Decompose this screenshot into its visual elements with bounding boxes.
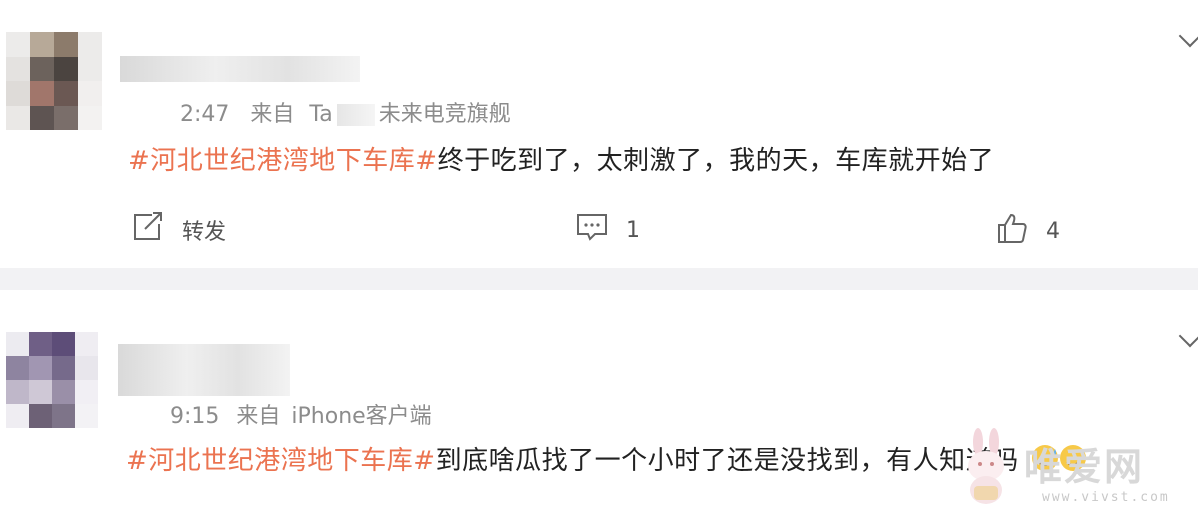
hashtag-link[interactable]: #河北世纪港湾地下车库#	[126, 446, 436, 476]
chevron-down-icon[interactable]	[1178, 324, 1198, 348]
like-button[interactable]: 4	[996, 212, 1060, 250]
source-device-part: Ta	[309, 102, 333, 127]
repost-button[interactable]: 转发	[132, 212, 226, 248]
site-watermark: 唯爱网 www.vivst.com	[946, 428, 1186, 508]
comment-body: 终于吃到了，太刺激了，我的天，车库就开始了	[437, 146, 995, 176]
hashtag-link[interactable]: #河北世纪港湾地下车库#	[128, 146, 438, 176]
chevron-down-icon[interactable]	[1178, 24, 1198, 48]
comment-count: 1	[626, 217, 640, 243]
username-blurred[interactable]	[118, 344, 290, 396]
comment-card-1: 2:47 来自 Ta 未来电竞旗舰 #河北世纪港湾地下车库#终于吃到了，太刺激了，…	[0, 0, 1198, 268]
source-device: iPhone客户端	[291, 404, 432, 429]
watermark-text: 唯爱网	[1024, 445, 1145, 489]
avatar[interactable]	[6, 332, 98, 428]
source-from: 来自	[236, 404, 281, 429]
repost-label: 转发	[182, 220, 227, 245]
username-blurred[interactable]	[120, 56, 360, 82]
comment-button[interactable]: 1	[576, 212, 640, 248]
post-meta: 2:47 来自 Ta 未来电竞旗舰	[180, 96, 511, 128]
post-time: 2:47	[180, 102, 230, 127]
post-meta: 9:15 来自 iPhone客户端	[170, 398, 432, 430]
repost-icon	[132, 212, 164, 248]
source-device: 未来电竞旗舰	[378, 102, 511, 127]
like-icon	[996, 212, 1028, 250]
comment-text: #河北世纪港湾地下车库#到底啥瓜找了一个小时了还是没找到，有人知道吗	[126, 440, 1087, 480]
post-time: 9:15	[170, 404, 220, 429]
source-mask	[336, 104, 375, 126]
like-count: 4	[1046, 218, 1060, 244]
comment-body: 到底啥瓜找了一个小时了还是没找到，有人知道吗	[435, 446, 1019, 476]
comment-icon	[576, 212, 608, 248]
comment-text: #河北世纪港湾地下车库#终于吃到了，太刺激了，我的天，车库就开始了	[128, 140, 994, 177]
watermark-url: www.vivst.com	[1042, 490, 1170, 505]
rabbit-logo-icon	[968, 428, 1004, 504]
card-divider	[0, 268, 1198, 290]
source-from: 来自	[250, 102, 295, 127]
avatar[interactable]	[6, 32, 102, 130]
